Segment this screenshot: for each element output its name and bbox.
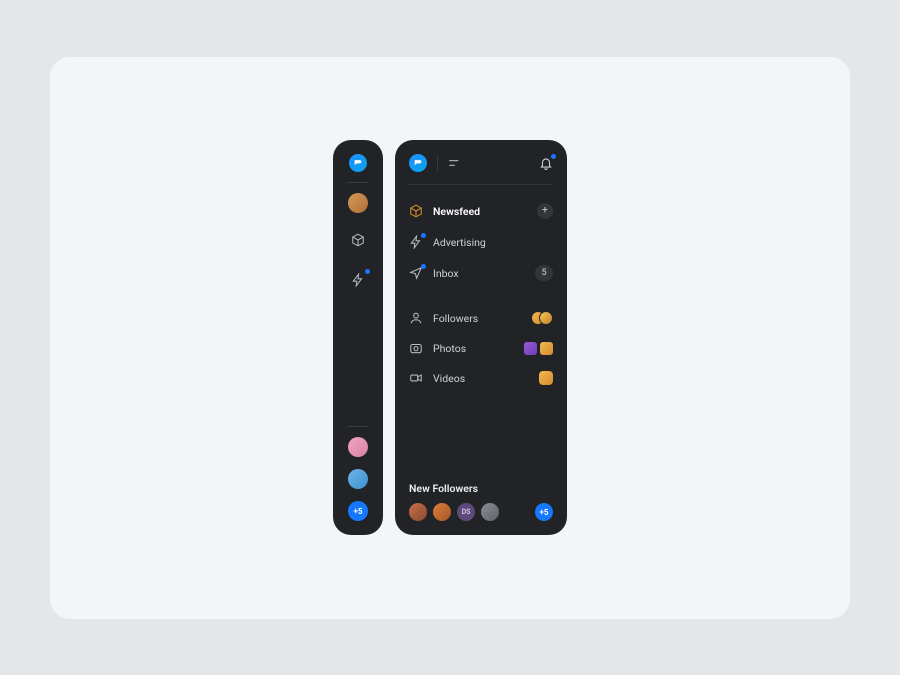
nav-label: Inbox	[433, 267, 459, 280]
nav-list: Newsfeed + Advertising	[409, 195, 553, 393]
photo-thumb	[524, 342, 537, 355]
advertising-badge	[421, 233, 426, 238]
nav-item-inbox[interactable]: Inbox 5	[409, 257, 553, 289]
rail-more-followers[interactable]: +5	[348, 501, 368, 521]
box-icon	[409, 204, 423, 218]
nav-item-photos[interactable]: Photos	[409, 333, 553, 363]
camera-icon	[409, 341, 423, 355]
bolt-icon	[409, 235, 423, 249]
photo-thumb	[540, 342, 553, 355]
nav-label: Advertising	[433, 236, 486, 249]
more-followers-button[interactable]: +5	[535, 503, 553, 521]
rail-newsfeed-icon[interactable]	[349, 231, 367, 249]
logo-icon[interactable]	[349, 154, 367, 172]
video-thumb	[539, 371, 553, 385]
rail-advertising-badge	[365, 269, 370, 274]
sidebar-rail-collapsed: +5	[333, 140, 383, 535]
sidebar-panel-expanded: Newsfeed + Advertising	[395, 140, 567, 535]
follower-avatar-initials[interactable]: DS	[457, 503, 475, 521]
new-followers-title: New Followers	[409, 482, 553, 495]
rail-divider-2	[347, 426, 369, 427]
video-icon	[409, 371, 423, 385]
collapse-icon[interactable]	[448, 158, 462, 168]
followers-preview	[531, 311, 553, 325]
app-card: +5	[50, 57, 850, 619]
nav-label: Followers	[433, 312, 478, 325]
panel-header	[409, 154, 553, 185]
nav-item-advertising[interactable]: Advertising	[409, 227, 553, 257]
new-followers-row: DS +5	[409, 503, 553, 521]
nav-label: Videos	[433, 372, 465, 385]
follower-avatar[interactable]	[433, 503, 451, 521]
rail-avatar-current-user[interactable]	[348, 193, 368, 213]
rail-follower-avatar-1[interactable]	[348, 437, 368, 457]
notifications-button[interactable]	[539, 156, 553, 170]
nav-item-videos[interactable]: Videos	[409, 363, 553, 393]
inbox-count: 5	[535, 265, 553, 281]
nav-label: Newsfeed	[433, 205, 480, 218]
nav-item-followers[interactable]: Followers	[409, 303, 553, 333]
newsfeed-add-button[interactable]: +	[537, 203, 553, 219]
rail-advertising-icon[interactable]	[349, 271, 367, 289]
nav-item-newsfeed[interactable]: Newsfeed +	[409, 195, 553, 227]
rail-follower-avatar-2[interactable]	[348, 469, 368, 489]
header-divider	[437, 155, 438, 171]
panel-logo-icon[interactable]	[409, 154, 427, 172]
nav-label: Photos	[433, 342, 466, 355]
follower-avatar[interactable]	[481, 503, 499, 521]
follower-thumb	[539, 311, 553, 325]
rail-divider	[347, 182, 369, 183]
notifications-badge	[551, 154, 556, 159]
follower-avatar[interactable]	[409, 503, 427, 521]
inbox-badge	[421, 264, 426, 269]
photos-preview	[524, 342, 553, 355]
send-icon	[409, 266, 423, 280]
user-icon	[409, 311, 423, 325]
